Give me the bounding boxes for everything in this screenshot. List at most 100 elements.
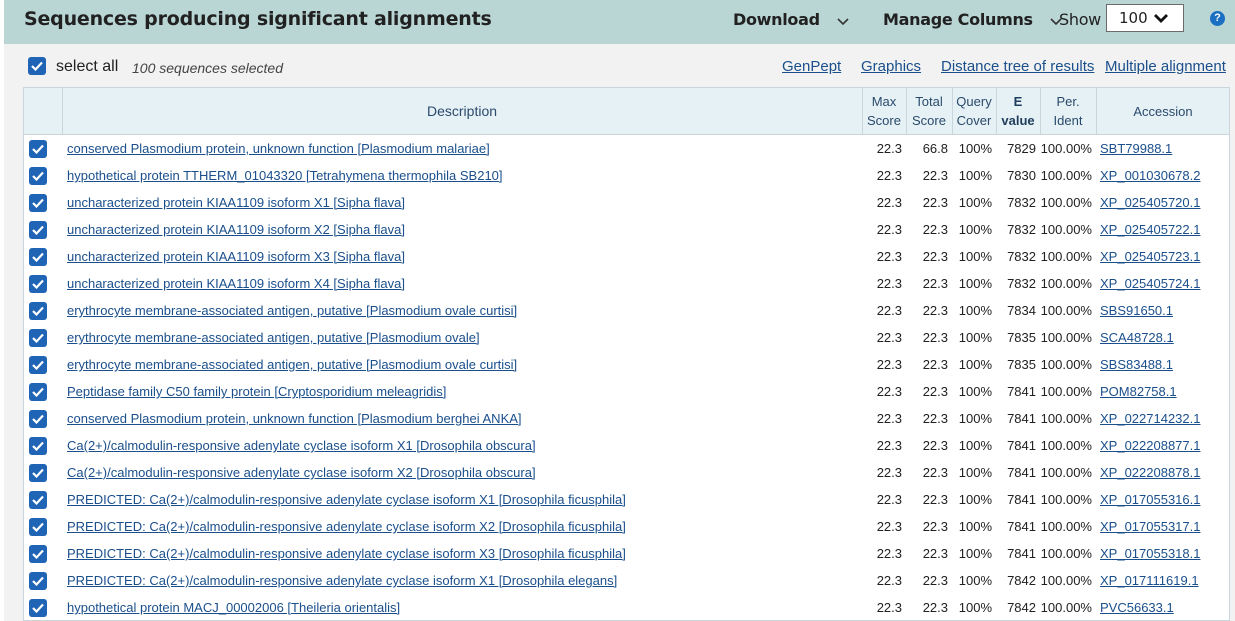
accession-link[interactable]: XP_022208878.1 <box>1100 465 1200 480</box>
row-checkbox[interactable] <box>29 464 47 482</box>
manage-columns-menu[interactable]: Manage Columns <box>883 10 1062 30</box>
show-count-select[interactable]: 100 <box>1106 4 1184 32</box>
row-checkbox[interactable] <box>29 140 47 158</box>
accession-cell: SBS83488.1 <box>1096 351 1229 378</box>
description-link[interactable]: PREDICTED: Ca(2+)/calmodulin-responsive … <box>67 519 626 534</box>
accession-link[interactable]: XP_025405724.1 <box>1100 276 1200 291</box>
column-header-query-cover[interactable]: Query Cover <box>952 88 997 135</box>
description-link[interactable]: Peptidase family C50 family protein [Cry… <box>67 384 446 399</box>
column-header-e-value[interactable]: Evalue <box>996 88 1041 135</box>
column-header-per-ident[interactable]: Per. Ident <box>1040 88 1097 135</box>
description-link[interactable]: erythrocyte membrane-associated antigen,… <box>67 357 517 372</box>
description-link[interactable]: uncharacterized protein KIAA1109 isoform… <box>67 222 405 237</box>
table-row: erythrocyte membrane-associated antigen,… <box>24 297 1229 324</box>
description-link[interactable]: conserved Plasmodium protein, unknown fu… <box>67 411 522 426</box>
accession-link[interactable]: SBS83488.1 <box>1100 357 1173 372</box>
accession-cell: XP_025405722.1 <box>1096 216 1229 243</box>
row-checkbox[interactable] <box>29 221 47 239</box>
accession-link[interactable]: XP_001030678.2 <box>1100 168 1200 183</box>
cover-cell: 100% <box>958 249 992 264</box>
column-header-accession[interactable]: Accession <box>1096 88 1229 135</box>
row-checkbox[interactable] <box>29 437 47 455</box>
description-link[interactable]: erythrocyte membrane-associated antigen,… <box>67 330 480 345</box>
multiple-alignment-link[interactable]: Multiple alignment <box>1105 58 1226 75</box>
accession-link[interactable]: XP_017055316.1 <box>1100 492 1200 507</box>
description-link[interactable]: conserved Plasmodium protein, unknown fu… <box>67 141 490 156</box>
genpept-link[interactable]: GenPept <box>782 58 841 75</box>
accession-link[interactable]: XP_025405723.1 <box>1100 249 1200 264</box>
column-header-total-score[interactable]: Total Score <box>906 88 953 135</box>
total-cell: 22.3 <box>922 357 948 372</box>
row-checkbox[interactable] <box>29 356 47 374</box>
checkmark-icon <box>32 603 44 613</box>
accession-link[interactable]: XP_022208877.1 <box>1100 438 1200 453</box>
accession-link[interactable]: PVC56633.1 <box>1100 600 1174 615</box>
row-checkbox[interactable] <box>29 518 47 536</box>
table-row: conserved Plasmodium protein, unknown fu… <box>24 135 1229 163</box>
row-select-cell <box>24 594 62 620</box>
graphics-link[interactable]: Graphics <box>861 58 921 75</box>
accession-link[interactable]: XP_025405722.1 <box>1100 222 1200 237</box>
description-link[interactable]: erythrocyte membrane-associated antigen,… <box>67 303 517 318</box>
accession-link[interactable]: XP_017055317.1 <box>1100 519 1200 534</box>
accession-link[interactable]: SCA48728.1 <box>1100 330 1174 345</box>
checkmark-icon <box>32 225 44 235</box>
row-checkbox[interactable] <box>29 275 47 293</box>
row-checkbox[interactable] <box>29 545 47 563</box>
row-checkbox[interactable] <box>29 167 47 185</box>
row-checkbox[interactable] <box>29 302 47 320</box>
column-header-max-score[interactable]: Max Score <box>862 88 907 135</box>
accession-link[interactable]: XP_022714232.1 <box>1100 411 1200 426</box>
total-cell: 22.3 <box>922 222 948 237</box>
total-cell: 22.3 <box>922 546 948 561</box>
max-cell: 22.3 <box>876 600 902 615</box>
row-checkbox[interactable] <box>29 248 47 266</box>
accession-link[interactable]: XP_025405720.1 <box>1100 195 1200 210</box>
table-row: PREDICTED: Ca(2+)/calmodulin-responsive … <box>24 567 1229 594</box>
description-link[interactable]: hypothetical protein MACJ_00002006 [Thei… <box>67 600 400 615</box>
accession-link[interactable]: SBS91650.1 <box>1100 303 1173 318</box>
row-checkbox[interactable] <box>29 194 47 212</box>
accession-link[interactable]: POM82758.1 <box>1100 384 1177 399</box>
chevron-down-icon <box>1154 14 1168 23</box>
checkmark-icon <box>31 61 43 71</box>
description-link[interactable]: Ca(2+)/calmodulin-responsive adenylate c… <box>67 438 536 453</box>
row-checkbox[interactable] <box>29 599 47 617</box>
distance-tree-link[interactable]: Distance tree of results <box>941 58 1094 75</box>
description-cell: Peptidase family C50 family protein [Cry… <box>62 378 862 405</box>
help-icon[interactable]: ? <box>1210 11 1225 26</box>
max-cell: 22.3 <box>876 276 902 291</box>
evalue-cell: 7832 <box>1007 222 1036 237</box>
row-select-cell <box>24 567 62 594</box>
description-link[interactable]: PREDICTED: Ca(2+)/calmodulin-responsive … <box>67 573 617 588</box>
row-checkbox[interactable] <box>29 491 47 509</box>
row-checkbox[interactable] <box>29 410 47 428</box>
row-select-cell <box>24 540 62 567</box>
checkmark-icon <box>32 495 44 505</box>
description-link[interactable]: hypothetical protein TTHERM_01043320 [Te… <box>67 168 503 183</box>
row-checkbox[interactable] <box>29 383 47 401</box>
select-all-checkbox[interactable] <box>28 57 46 75</box>
description-link[interactable]: uncharacterized protein KIAA1109 isoform… <box>67 195 405 210</box>
row-checkbox[interactable] <box>29 572 47 590</box>
description-link[interactable]: PREDICTED: Ca(2+)/calmodulin-responsive … <box>67 492 626 507</box>
max-score-line-1: Max <box>871 94 897 109</box>
total-cell: 66.8 <box>922 141 948 156</box>
accession-link[interactable]: SBT79988.1 <box>1100 141 1172 156</box>
description-link[interactable]: uncharacterized protein KIAA1109 isoform… <box>67 276 405 291</box>
evalue-cell: 7841 <box>1007 492 1036 507</box>
accession-link[interactable]: XP_017111619.1 <box>1100 573 1199 588</box>
description-link[interactable]: Ca(2+)/calmodulin-responsive adenylate c… <box>67 465 536 480</box>
description-link[interactable]: PREDICTED: Ca(2+)/calmodulin-responsive … <box>67 546 626 561</box>
column-header-description[interactable]: Description <box>62 88 863 135</box>
cover-cell: 100% <box>958 276 992 291</box>
description-link[interactable]: uncharacterized protein KIAA1109 isoform… <box>67 249 405 264</box>
accession-link[interactable]: XP_017055318.1 <box>1100 546 1200 561</box>
ident-cell: 100.00% <box>1040 573 1092 588</box>
select-all-label: select all <box>56 58 119 75</box>
table-row: PREDICTED: Ca(2+)/calmodulin-responsive … <box>24 486 1229 513</box>
download-menu[interactable]: Download <box>733 10 849 30</box>
checkmark-icon <box>32 522 44 532</box>
max-cell: 22.3 <box>876 195 902 210</box>
row-checkbox[interactable] <box>29 329 47 347</box>
